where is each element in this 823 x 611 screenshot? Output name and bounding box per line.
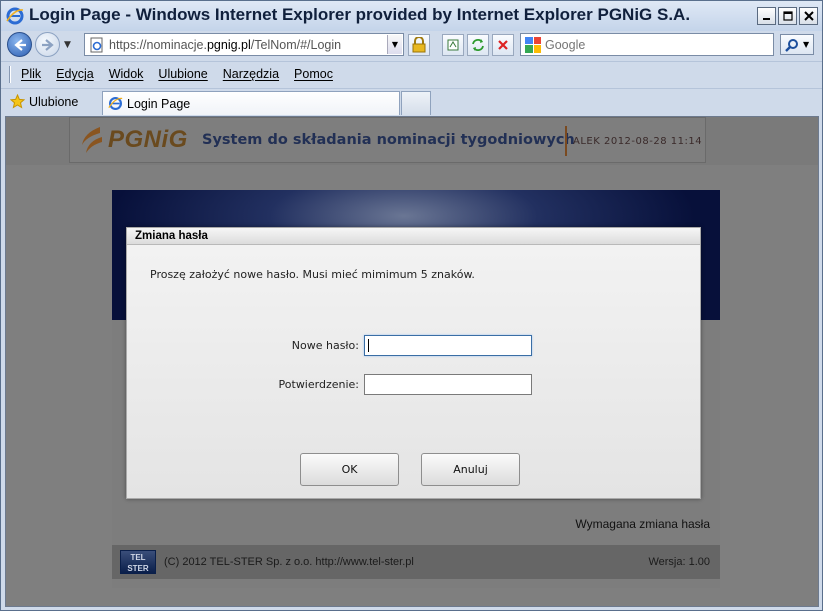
favorites-bar: Ulubione Login Page <box>1 88 822 115</box>
dialog-title: Zmiana hasła <box>127 228 700 245</box>
system-title: System do składania nominacji tygodniowy… <box>202 132 575 148</box>
forward-button[interactable] <box>35 32 60 57</box>
menu-plik[interactable]: Plik <box>21 67 41 81</box>
page-footer: TEL STER (C) 2012 TEL-STER Sp. z o.o. ht… <box>112 545 720 579</box>
pgnig-flame-icon <box>82 127 102 153</box>
search-input[interactable] <box>545 37 745 52</box>
stop-x-icon <box>498 40 508 50</box>
refresh-icon <box>472 39 484 51</box>
close-icon <box>803 11 814 21</box>
arrow-right-icon <box>41 38 54 51</box>
minimize-button[interactable] <box>757 7 776 25</box>
version-text: Wersja: 1.00 <box>648 556 710 568</box>
browser-window: Login Page - Windows Internet Explorer p… <box>0 0 823 611</box>
favorites-button[interactable]: Ulubione <box>10 94 78 109</box>
close-window-button[interactable] <box>799 7 818 25</box>
menu-edycja[interactable]: Edycja <box>56 67 94 81</box>
text-caret <box>368 339 369 352</box>
confirm-password-label: Potwierdzenie: <box>278 378 359 391</box>
header-box: PGNiG System do składania nominacji tygo… <box>69 117 706 163</box>
refresh-button[interactable] <box>467 34 489 56</box>
page-ie-icon <box>90 37 103 52</box>
user-info: ALEK 2012-08-28 11:14 <box>573 136 703 147</box>
address-bar[interactable]: https://nominacje.pgnig.pl/TelNom/#/Logi… <box>84 33 404 56</box>
confirm-password-input[interactable] <box>364 374 532 395</box>
compatibility-view-icon <box>447 39 459 51</box>
search-options-icon[interactable]: ▼ <box>803 40 809 49</box>
favorites-label: Ulubione <box>29 94 79 109</box>
ie-logo-icon <box>6 7 24 25</box>
new-tab-button[interactable] <box>401 91 431 115</box>
pgnig-logo: PGNiG <box>78 125 188 155</box>
maximize-button[interactable] <box>778 7 797 25</box>
header-separator <box>565 126 567 156</box>
window-title: Login Page - Windows Internet Explorer p… <box>29 5 691 24</box>
lock-icon <box>412 37 426 53</box>
tab-login-page[interactable]: Login Page <box>102 91 400 115</box>
stop-button[interactable] <box>492 34 514 56</box>
dialog-message: Proszę założyć nowe hasło. Musi mieć mim… <box>150 268 475 281</box>
title-bar[interactable]: Login Page - Windows Internet Explorer p… <box>1 1 822 31</box>
lock-button[interactable] <box>408 34 430 56</box>
menu-widok[interactable]: Widok <box>109 67 144 81</box>
menu-grip <box>9 66 11 83</box>
compatibility-button[interactable] <box>442 34 464 56</box>
url-text: https://nominacje.pgnig.pl/TelNom/#/Logi… <box>109 37 342 52</box>
search-box[interactable] <box>520 33 774 56</box>
minimize-icon <box>762 18 770 20</box>
navigation-bar: ▼ https://nominacje.pgnig.pl/TelNom/#/Lo… <box>1 31 822 59</box>
address-dropdown-icon[interactable]: ▼ <box>387 35 402 54</box>
status-text: Wymagana zmiana hasła <box>575 517 710 531</box>
telster-logo: TEL STER <box>120 550 156 574</box>
page-content: PGNiG System do składania nominacji tygo… <box>5 116 819 607</box>
arrow-left-icon <box>13 38 26 51</box>
page-header: PGNiG System do składania nominacji tygo… <box>6 117 818 165</box>
ie-tab-icon <box>108 97 123 110</box>
menu-pomoc[interactable]: Pomoc <box>294 67 333 81</box>
ok-button[interactable]: OK <box>300 453 399 486</box>
cancel-button[interactable]: Anuluj <box>421 453 520 486</box>
history-dropdown-icon[interactable]: ▼ <box>64 40 71 50</box>
menu-ulubione[interactable]: Ulubione <box>158 67 207 81</box>
google-icon <box>525 36 541 53</box>
back-button[interactable] <box>7 32 32 57</box>
tab-title: Login Page <box>127 96 191 111</box>
change-password-dialog: Zmiana hasła Proszę założyć nowe hasło. … <box>126 227 701 499</box>
logo-text: PGNiG <box>108 126 188 153</box>
new-password-input[interactable] <box>364 335 532 356</box>
copyright-text: (C) 2012 TEL-STER Sp. z o.o. http://www.… <box>164 556 414 568</box>
new-password-row: Nowe hasło: <box>127 335 702 357</box>
new-password-label: Nowe hasło: <box>291 339 359 352</box>
search-button[interactable]: ▼ <box>780 34 814 55</box>
menu-bar: Plik Edycja Widok Ulubione Narzędzia Pom… <box>1 61 822 87</box>
magnifier-icon <box>785 38 798 52</box>
menu-narzedzia[interactable]: Narzędzia <box>223 67 279 81</box>
confirm-password-row: Potwierdzenie: <box>127 374 702 396</box>
maximize-icon <box>782 11 793 21</box>
star-icon <box>10 94 25 109</box>
